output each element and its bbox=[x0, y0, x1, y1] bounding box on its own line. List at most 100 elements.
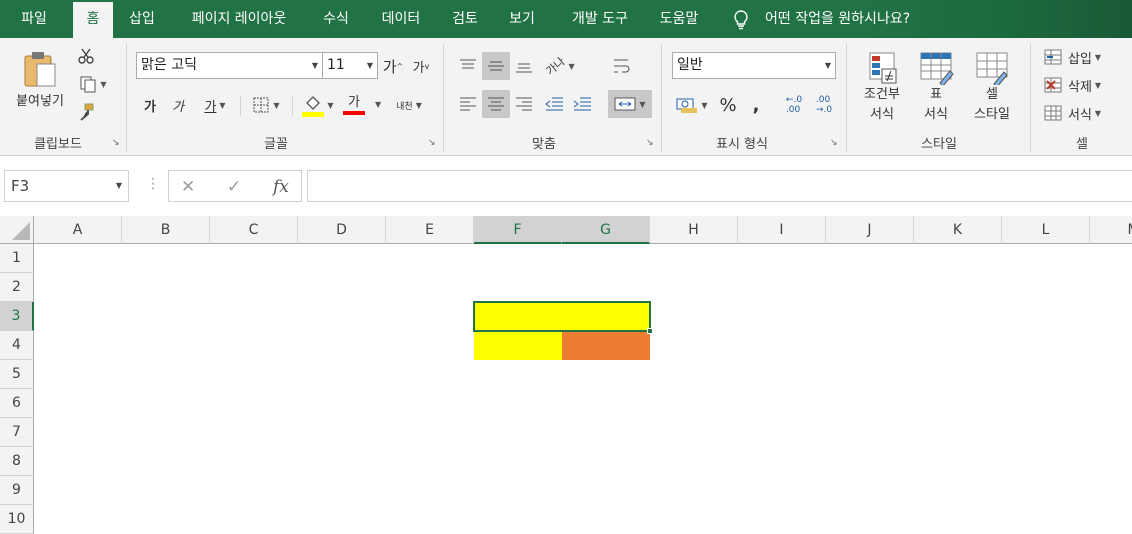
decrease-font-size-button[interactable]: 가v bbox=[410, 54, 432, 78]
name-box[interactable]: F3 ▼ bbox=[4, 170, 129, 202]
phonetic-glyph: 내천 bbox=[396, 101, 413, 112]
column-header-m[interactable]: M bbox=[1090, 216, 1132, 244]
tab-developer[interactable]: 개발 도구 bbox=[556, 0, 644, 38]
column-header-e[interactable]: E bbox=[386, 216, 474, 244]
increase-font-size-button[interactable]: 가 ^ bbox=[382, 54, 404, 78]
worksheet-grid[interactable]: ABCDEFGHIJKLM 12345678910 bbox=[0, 216, 1132, 534]
row-header-10[interactable]: 10 bbox=[0, 505, 34, 534]
font-size-combo[interactable]: 11 ▼ bbox=[322, 52, 378, 79]
font-color-button[interactable]: 가 bbox=[340, 92, 380, 118]
chevron-down-icon[interactable]: ▼ bbox=[375, 100, 381, 109]
format-as-table-button[interactable]: 표 서식 bbox=[910, 48, 962, 128]
format-cells-icon bbox=[1044, 105, 1062, 121]
phonetic-button[interactable]: 내천 ▼ bbox=[388, 94, 430, 116]
tab-file[interactable]: 파일 bbox=[8, 0, 60, 38]
align-bottom-button[interactable] bbox=[510, 52, 538, 80]
cell-styles-button[interactable]: 셀 스타일 bbox=[962, 48, 1022, 128]
format-cells-button[interactable]: 서식 ▼ bbox=[1044, 102, 1124, 124]
row-header-5[interactable]: 5 bbox=[0, 360, 34, 389]
decrease-indent-button[interactable] bbox=[540, 90, 568, 118]
borders-button[interactable]: ▼ bbox=[246, 94, 286, 116]
increase-indent-button[interactable] bbox=[568, 90, 596, 118]
row-header-2[interactable]: 2 bbox=[0, 273, 34, 302]
tab-view[interactable]: 보기 bbox=[498, 0, 546, 38]
format-painter-icon[interactable] bbox=[76, 102, 96, 122]
insert-cells-button[interactable]: 삽입 ▼ bbox=[1044, 46, 1124, 68]
alignment-group-label: 맞춤 bbox=[532, 137, 556, 152]
row-header-8[interactable]: 8 bbox=[0, 447, 34, 476]
dialog-launcher-icon[interactable]: ↘ bbox=[830, 139, 841, 150]
column-header-l[interactable]: L bbox=[1002, 216, 1090, 244]
dialog-launcher-icon[interactable]: ↘ bbox=[112, 139, 123, 150]
align-center-button[interactable] bbox=[482, 90, 510, 118]
bold-button[interactable]: 가 bbox=[140, 94, 160, 116]
align-right-button[interactable] bbox=[510, 90, 538, 118]
drag-handle-icon[interactable]: ⋮ bbox=[146, 176, 160, 192]
tab-insert[interactable]: 삽입 bbox=[120, 0, 164, 38]
increase-indent-icon bbox=[573, 97, 591, 111]
align-middle-button[interactable] bbox=[482, 52, 510, 80]
chevron-down-icon: ▼ bbox=[701, 100, 708, 110]
accounting-format-button[interactable]: ▼ bbox=[672, 92, 712, 118]
fill-handle[interactable] bbox=[647, 328, 653, 334]
select-all-corner[interactable] bbox=[0, 216, 34, 244]
increase-decimal-button[interactable]: ←.0 .00 bbox=[780, 92, 808, 118]
chevron-down-icon: ▼ bbox=[1094, 80, 1102, 90]
row-header-9[interactable]: 9 bbox=[0, 476, 34, 505]
row-header-1[interactable]: 1 bbox=[0, 244, 34, 273]
formula-input[interactable] bbox=[307, 170, 1132, 202]
column-header-a[interactable]: A bbox=[34, 216, 122, 244]
enter-icon[interactable]: ✓ bbox=[227, 177, 241, 197]
dialog-launcher-icon[interactable]: ↘ bbox=[646, 139, 657, 150]
cell-f4[interactable] bbox=[474, 331, 562, 360]
tab-formulas[interactable]: 수식 bbox=[312, 0, 360, 38]
dialog-launcher-icon[interactable]: ↘ bbox=[428, 139, 439, 150]
cell-g4[interactable] bbox=[562, 331, 650, 360]
number-format-combo[interactable]: 일반 ▼ bbox=[672, 52, 836, 79]
currency-icon bbox=[676, 98, 698, 113]
tab-help[interactable]: 도움말 bbox=[650, 0, 708, 38]
row-header-3[interactable]: 3 bbox=[0, 302, 34, 331]
align-left-button[interactable] bbox=[454, 90, 482, 118]
column-header-c[interactable]: C bbox=[210, 216, 298, 244]
column-header-b[interactable]: B bbox=[122, 216, 210, 244]
insert-cells-icon bbox=[1044, 49, 1062, 65]
column-header-d[interactable]: D bbox=[298, 216, 386, 244]
tab-data[interactable]: 데이터 bbox=[370, 0, 432, 38]
tab-page-layout[interactable]: 페이지 레이아웃 bbox=[174, 0, 304, 38]
italic-button[interactable]: 가 bbox=[168, 94, 188, 116]
copy-button[interactable]: ▼ bbox=[76, 74, 110, 94]
chevron-down-icon: ▼ bbox=[568, 61, 575, 71]
conditional-formatting-button[interactable]: 조건부 서식 bbox=[856, 48, 908, 128]
orientation-glyph: 가나 bbox=[543, 54, 568, 78]
group-divider bbox=[661, 44, 662, 152]
insert-function-icon[interactable]: fx bbox=[273, 177, 289, 197]
fill-color-button[interactable]: ▼ bbox=[298, 92, 338, 118]
column-header-h[interactable]: H bbox=[650, 216, 738, 244]
align-top-button[interactable] bbox=[454, 52, 482, 80]
comma-style-button[interactable]: , bbox=[744, 92, 768, 118]
cancel-icon[interactable]: ✕ bbox=[181, 177, 195, 197]
underline-button[interactable]: 가 ▼ bbox=[196, 94, 234, 116]
column-header-j[interactable]: J bbox=[826, 216, 914, 244]
tab-review[interactable]: 검토 bbox=[442, 0, 488, 38]
cut-icon[interactable] bbox=[76, 46, 96, 66]
insert-cells-label: 삽입 bbox=[1068, 51, 1092, 67]
delete-cells-button[interactable]: 삭제 ▼ bbox=[1044, 74, 1124, 96]
row-header-6[interactable]: 6 bbox=[0, 389, 34, 418]
column-header-g[interactable]: G bbox=[562, 216, 650, 244]
font-name-combo[interactable]: 맑은 고딕 ▼ bbox=[136, 52, 323, 79]
row-header-7[interactable]: 7 bbox=[0, 418, 34, 447]
column-header-k[interactable]: K bbox=[914, 216, 1002, 244]
lightbulb-icon bbox=[734, 10, 748, 30]
column-header-i[interactable]: I bbox=[738, 216, 826, 244]
decrease-decimal-button[interactable]: .00 →.0 bbox=[810, 92, 838, 118]
column-header-f[interactable]: F bbox=[474, 216, 562, 244]
paste-button[interactable]: 붙여넣기 bbox=[8, 44, 72, 114]
orientation-button[interactable]: 가나 ▼ bbox=[540, 52, 580, 80]
merge-center-button[interactable]: ▼ bbox=[608, 90, 652, 118]
percent-style-button[interactable]: % bbox=[716, 92, 740, 118]
row-header-4[interactable]: 4 bbox=[0, 331, 34, 360]
tab-home[interactable]: 홈 bbox=[73, 2, 113, 38]
wrap-text-button[interactable] bbox=[608, 52, 636, 80]
